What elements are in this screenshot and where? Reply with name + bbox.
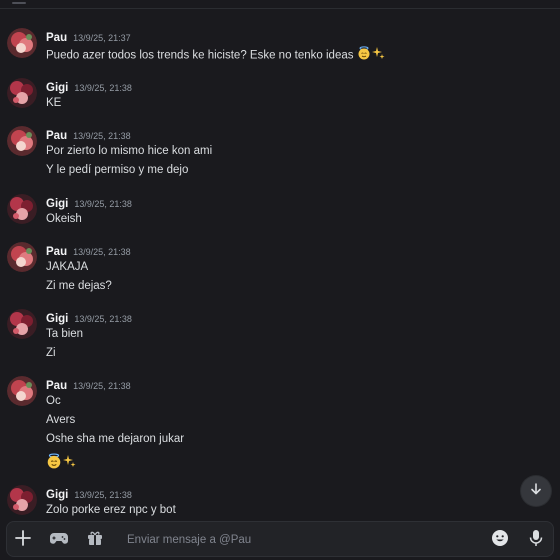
timestamp: 13/9/25, 21:38 [73, 247, 131, 257]
sparkles-emoji [62, 454, 76, 473]
message-text: JAKAJA [46, 261, 89, 273]
message-text: Puedo azer todos los trends ke hiciste? … [46, 46, 385, 62]
gift-button[interactable] [84, 529, 106, 551]
message-text: Y le pedí permiso y me dejo [46, 164, 189, 176]
message-input[interactable]: Enviar mensaje a @Pau [127, 522, 251, 558]
author-name[interactable]: Gigi [46, 82, 68, 94]
avatar[interactable] [7, 28, 37, 58]
timestamp: 13/9/25, 21:38 [74, 314, 132, 324]
plus-icon [14, 529, 32, 552]
message-header: Gigi 13/9/25, 21:38 [46, 78, 132, 94]
gift-icon [86, 529, 104, 552]
timestamp: 13/9/25, 21:38 [74, 83, 132, 93]
message-header: Pau 13/9/25, 21:37 [46, 28, 131, 44]
gamepad-icon [49, 530, 69, 551]
message-header: Gigi 13/9/25, 21:38 [46, 194, 132, 210]
angel-emoji [46, 453, 62, 474]
message-text: Oshe sha me dejaron jukar [46, 433, 185, 445]
avatar[interactable] [7, 126, 37, 156]
message-line: Puedo azer todos los trends ke hiciste? … [46, 49, 354, 62]
message-text: Okeish [46, 213, 82, 225]
timestamp: 13/9/25, 21:38 [73, 131, 131, 141]
top-bar-stub [12, 2, 26, 4]
message-header: Gigi 13/9/25, 21:38 [46, 485, 132, 501]
message-text: Ta bien [46, 328, 84, 340]
message-text: Por zierto lo mismo hice kon ami [46, 145, 213, 157]
message-text: Zi me dejas? [46, 280, 112, 292]
top-bar [0, 0, 560, 9]
author-name[interactable]: Pau [46, 380, 67, 392]
message-text: KE [46, 97, 62, 109]
author-name[interactable]: Gigi [46, 489, 68, 501]
author-name[interactable]: Pau [46, 130, 67, 142]
emoji-message [46, 453, 76, 469]
message-header: Pau 13/9/25, 21:38 [46, 126, 131, 142]
message-text: Oc [46, 395, 61, 407]
sparkles-emoji [371, 46, 385, 65]
message-text: Avers [46, 414, 76, 426]
scroll-to-bottom-button[interactable] [521, 476, 551, 506]
message-list[interactable]: Pau 13/9/25, 21:37 Puedo azer todos los t… [0, 10, 560, 520]
author-name[interactable]: Gigi [46, 198, 68, 210]
avatar[interactable] [7, 485, 37, 515]
avatar[interactable] [7, 242, 37, 272]
avatar[interactable] [7, 78, 37, 108]
apps-button[interactable] [48, 529, 70, 551]
message-text: Zi [46, 347, 56, 359]
avatar[interactable] [7, 309, 37, 339]
message-header: Pau 13/9/25, 21:38 [46, 376, 131, 392]
angel-emoji [357, 46, 371, 65]
avatar[interactable] [7, 376, 37, 406]
add-attachment-button[interactable] [12, 529, 34, 551]
author-name[interactable]: Pau [46, 32, 67, 44]
timestamp: 13/9/25, 21:37 [73, 33, 131, 43]
message-composer: Enviar mensaje a @Pau [6, 521, 554, 557]
arrow-down-icon [529, 482, 543, 501]
author-name[interactable]: Gigi [46, 313, 68, 325]
message-text: Zolo porke erez npc y bot [46, 504, 176, 516]
emoji-picker-button[interactable] [489, 529, 511, 551]
microphone-icon [528, 529, 544, 552]
voice-message-button[interactable] [525, 529, 547, 551]
message-header: Gigi 13/9/25, 21:38 [46, 309, 132, 325]
timestamp: 13/9/25, 21:38 [74, 199, 132, 209]
author-name[interactable]: Pau [46, 246, 67, 258]
timestamp: 13/9/25, 21:38 [74, 490, 132, 500]
emoji-icon [491, 529, 509, 552]
avatar[interactable] [7, 194, 37, 224]
timestamp: 13/9/25, 21:38 [73, 381, 131, 391]
message-header: Pau 13/9/25, 21:38 [46, 242, 131, 258]
